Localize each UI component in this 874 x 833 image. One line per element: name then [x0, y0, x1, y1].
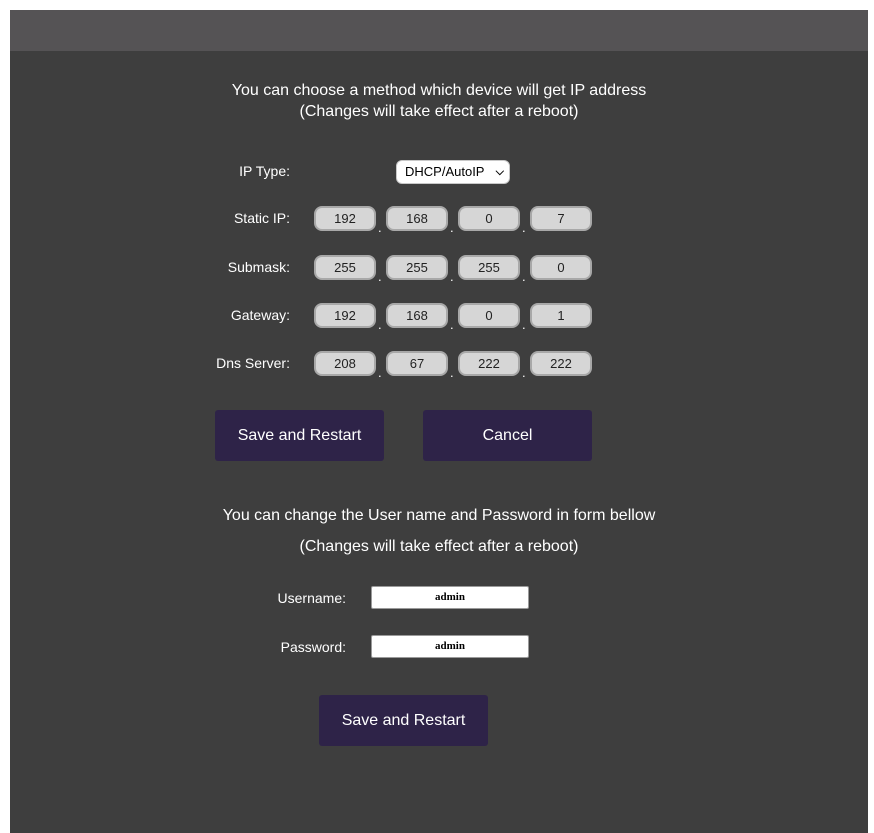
network-heading-line2: (Changes will take effect after a reboot… [299, 103, 579, 120]
octet-separator: . [450, 365, 454, 380]
octet-separator: . [522, 317, 526, 332]
top-bar [10, 10, 868, 51]
dns-octet-3[interactable]: 222 [458, 351, 520, 376]
submask-octet-2[interactable]: 255 [386, 255, 448, 280]
static-ip-octet-4[interactable]: 7 [530, 206, 592, 231]
network-save-button[interactable]: Save and Restart [215, 410, 384, 461]
credentials-heading-line2: (Changes will take effect after a reboot… [299, 538, 579, 555]
network-heading: You can choose a method which device wil… [10, 80, 868, 122]
submask-octet-3[interactable]: 255 [458, 255, 520, 280]
config-panel: You can choose a method which device wil… [10, 10, 868, 833]
password-label: Password: [280, 639, 346, 655]
gateway-octet-2[interactable]: 168 [386, 303, 448, 328]
network-heading-line1: You can choose a method which device wil… [231, 82, 647, 99]
submask-label: Submask: [227, 259, 290, 275]
octet-separator: . [378, 317, 382, 332]
network-cancel-button[interactable]: Cancel [423, 410, 592, 461]
static-ip-octet-3[interactable]: 0 [458, 206, 520, 231]
gateway-octet-3[interactable]: 0 [458, 303, 520, 328]
static-ip-octet-2[interactable]: 168 [386, 206, 448, 231]
chevron-down-icon: ⌵ [495, 166, 504, 178]
password-input[interactable]: admin [371, 635, 529, 658]
gateway-octet-4[interactable]: 1 [530, 303, 592, 328]
octet-separator: . [450, 220, 454, 235]
credentials-heading: You can change the User name and Passwor… [10, 500, 868, 562]
dns-server-label: Dns Server: [216, 355, 290, 371]
octet-separator: . [378, 365, 382, 380]
dns-octet-2[interactable]: 67 [386, 351, 448, 376]
dns-octet-1[interactable]: 208 [314, 351, 376, 376]
static-ip-label: Static IP: [233, 210, 290, 226]
octet-separator: . [378, 269, 382, 284]
ip-type-select[interactable]: DHCP/AutoIP ⌵ [396, 160, 510, 184]
octet-separator: . [522, 365, 526, 380]
octet-separator: . [450, 317, 454, 332]
ip-type-selected: DHCP/AutoIP [405, 164, 485, 179]
static-ip-octet-1[interactable]: 192 [314, 206, 376, 231]
gateway-octet-1[interactable]: 192 [314, 303, 376, 328]
submask-octet-1[interactable]: 255 [314, 255, 376, 280]
credentials-heading-line1: You can change the User name and Passwor… [222, 507, 656, 524]
credentials-save-button[interactable]: Save and Restart [319, 695, 488, 746]
octet-separator: . [378, 220, 382, 235]
octet-separator: . [450, 269, 454, 284]
username-input[interactable]: admin [371, 586, 529, 609]
dns-octet-4[interactable]: 222 [530, 351, 592, 376]
ip-type-label: IP Type: [239, 163, 290, 179]
octet-separator: . [522, 269, 526, 284]
username-label: Username: [277, 590, 346, 606]
gateway-label: Gateway: [230, 307, 290, 323]
octet-separator: . [522, 220, 526, 235]
submask-octet-4[interactable]: 0 [530, 255, 592, 280]
